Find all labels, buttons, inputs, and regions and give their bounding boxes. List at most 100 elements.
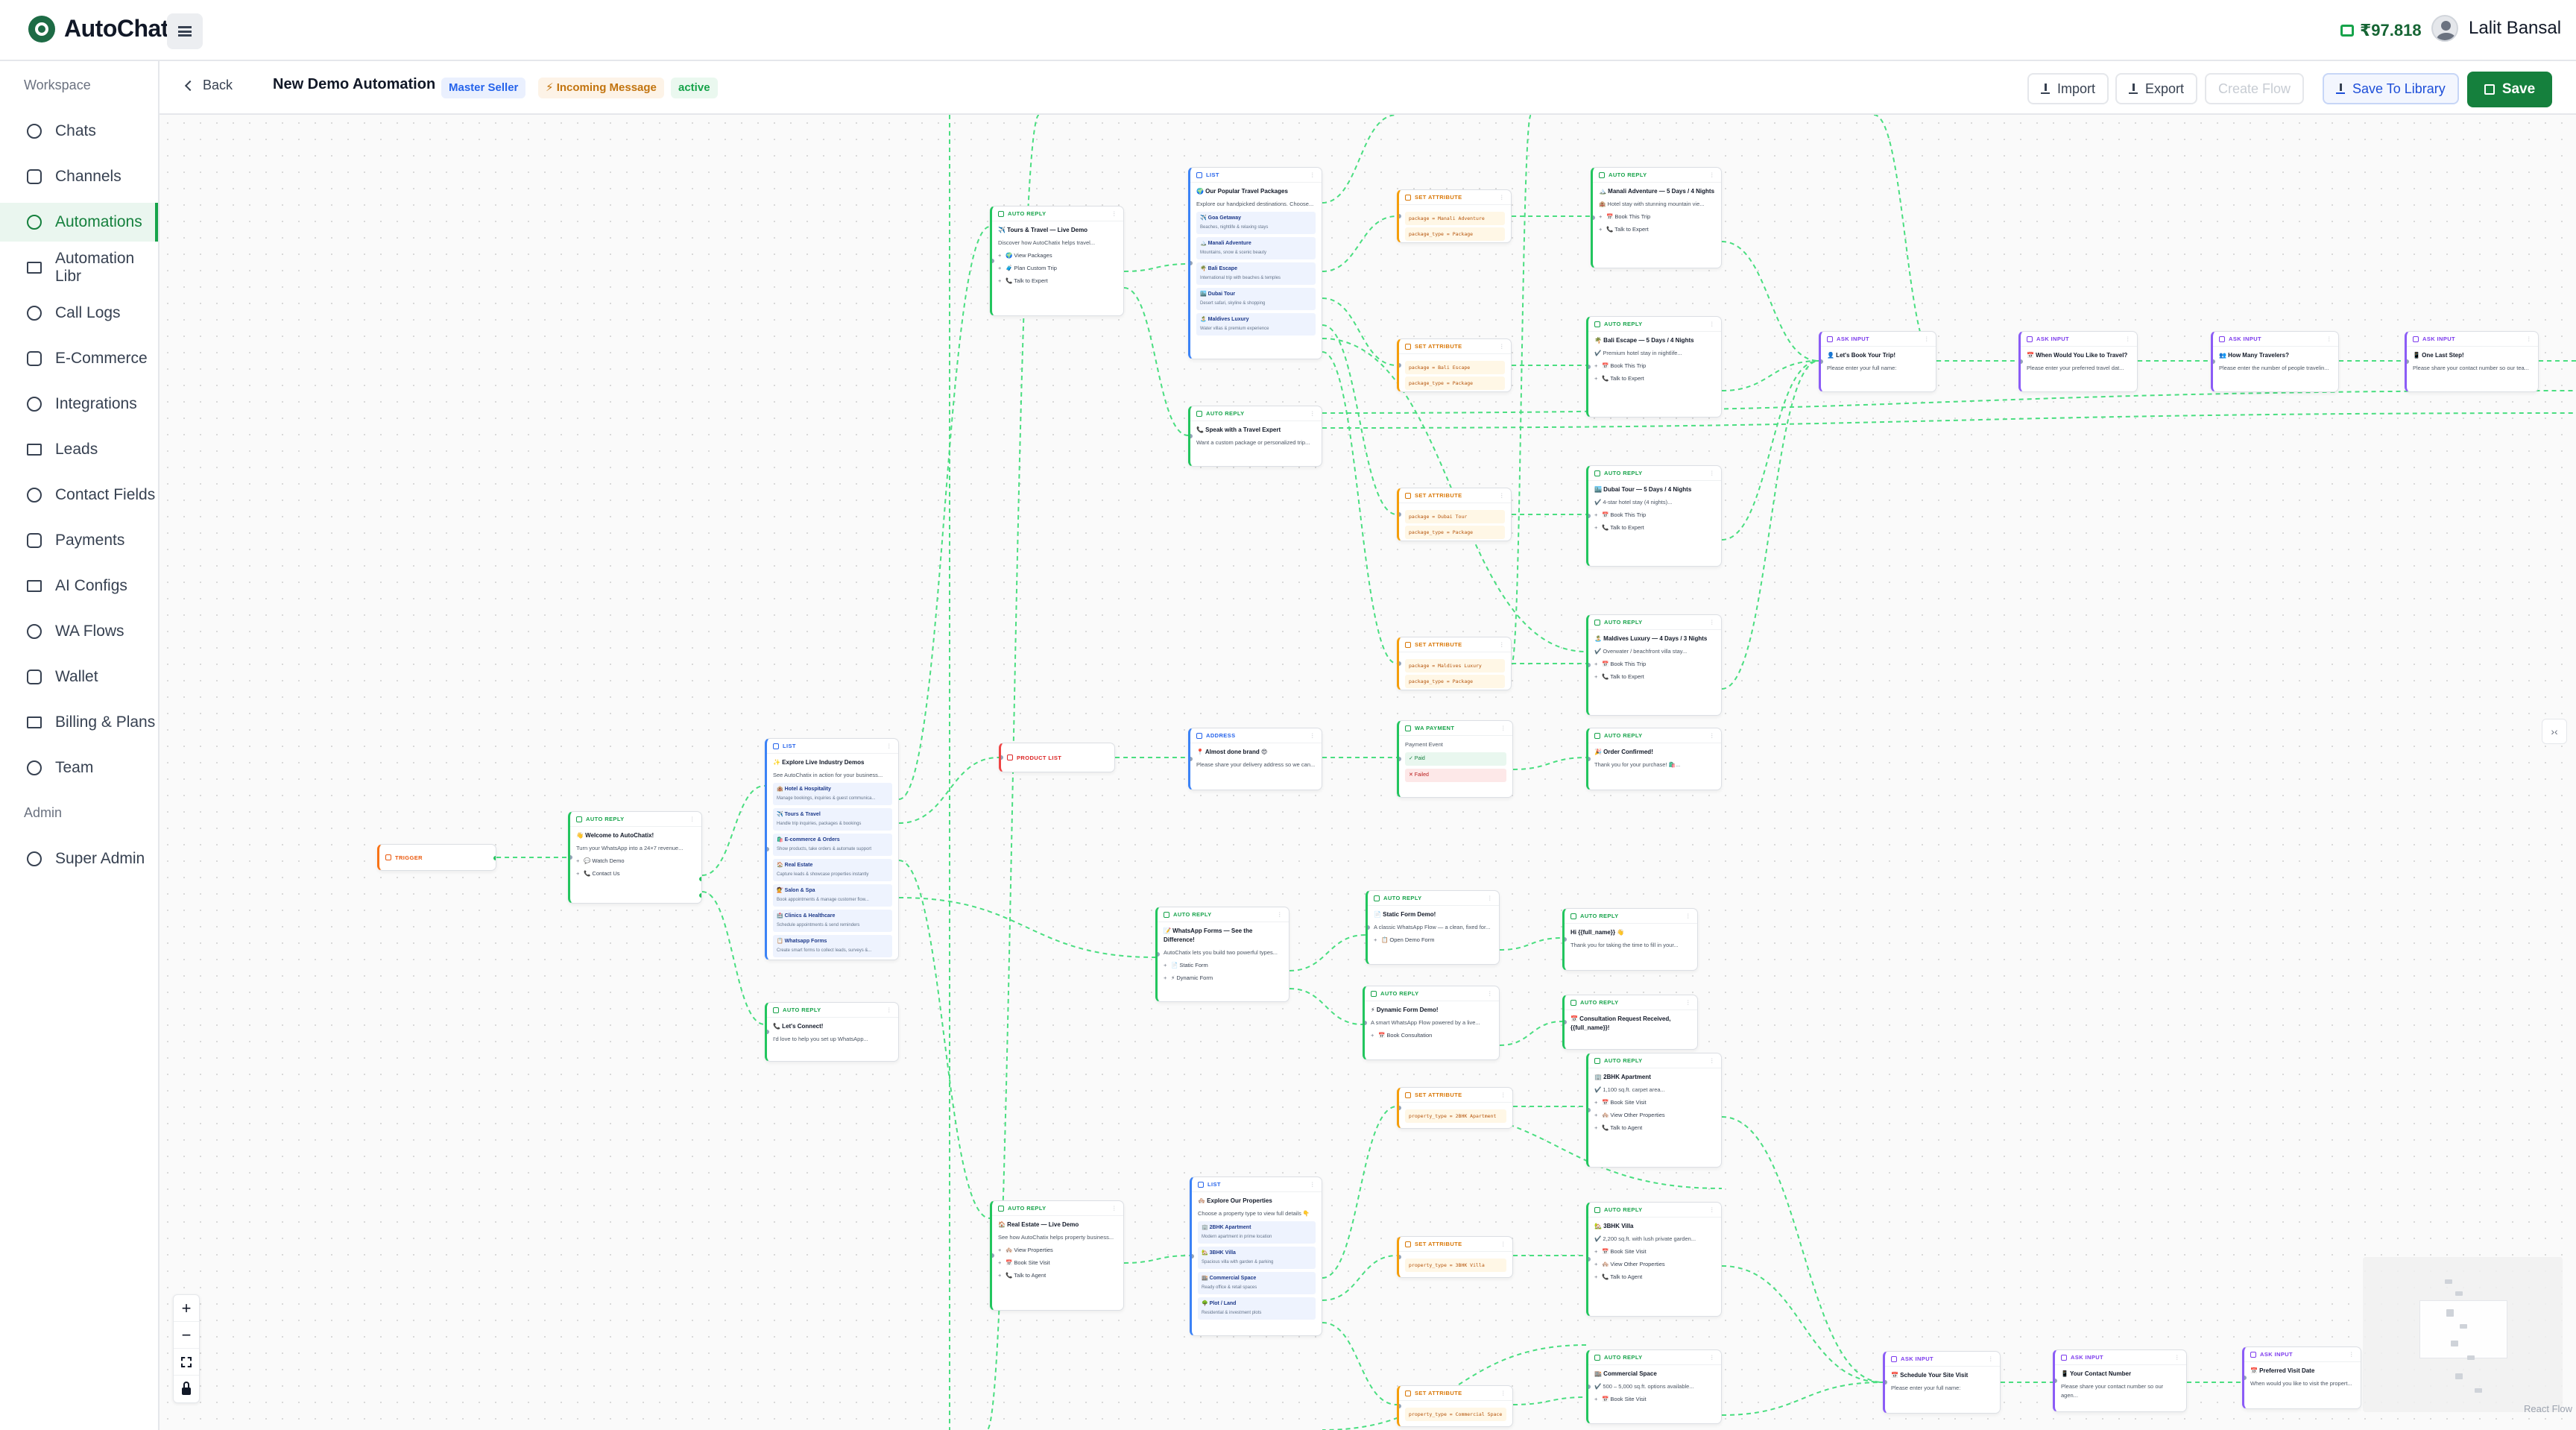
sidebar-item-ai-configs[interactable]: AI Configs [0, 567, 158, 605]
zoom-in-button[interactable]: + [174, 1295, 199, 1322]
sidebar-item-wallet[interactable]: Wallet [0, 658, 158, 696]
real-estate-node[interactable]: AUTO REPLY ⋮ 🏠 Real Estate — Live Demo Se… [990, 1200, 1124, 1311]
flow-edge[interactable] [1322, 412, 2576, 429]
flow-edge[interactable] [1512, 757, 1587, 770]
flow-edge[interactable] [1322, 215, 1398, 272]
reply-2bhk-node[interactable]: AUTO REPLY ⋮ 🏢 2BHK Apartment ✔️ 1,100 sq… [1586, 1053, 1722, 1168]
properties-list-node[interactable]: LIST ⋮ 🏘️ Explore Our Properties Choose a… [1190, 1177, 1322, 1336]
flow-canvas[interactable]: TRIGGER AUTO REPLY ⋮ 👋 Welcome to AutoCha… [160, 115, 2576, 1430]
set-attribute-2bhk-node[interactable]: SET ATTRIBUTE ⋮ property_type = 2BHK Apar… [1397, 1087, 1513, 1129]
wallet-balance[interactable]: ₹97.818 [2340, 21, 2422, 40]
sidebar-item-call-logs[interactable]: Call Logs [0, 294, 158, 333]
reply-maldives-node[interactable]: AUTO REPLY ⋮ 🏝️ Maldives Luxury — 4 Days … [1586, 614, 1722, 716]
sidebar-item-automations[interactable]: Automations [0, 203, 158, 242]
sidebar-item-billing-plans[interactable]: Billing & Plans [0, 703, 158, 742]
output-handle[interactable] [493, 855, 496, 861]
flow-edge[interactable] [898, 860, 991, 1219]
packages-list-node[interactable]: LIST ⋮ 🌍 Our Popular Travel Packages Expl… [1188, 167, 1322, 359]
flow-edge[interactable] [1322, 1322, 1398, 1405]
sidebar-item-wa-flows[interactable]: WA Flows [0, 612, 158, 651]
sidebar-item-automation-library[interactable]: Automation Libr [0, 248, 158, 287]
back-button[interactable]: Back [184, 78, 233, 93]
ask-travel-date-node[interactable]: ASK INPUT ⋮ 📅 When Would You Like to Trav… [2018, 331, 2138, 392]
sidebar-item-chats[interactable]: Chats [0, 112, 158, 151]
user-menu[interactable]: Lalit Bansal [2431, 15, 2561, 42]
ask-contact-node[interactable]: ASK INPUT ⋮ 📱 One Last Step! Please share … [2405, 331, 2539, 392]
flow-edge[interactable] [1322, 297, 1398, 366]
form-thanks-node[interactable]: AUTO REPLY ⋮ Hi {{full_name}} 👋 Thank you … [1562, 908, 1698, 971]
flow-edge[interactable] [1721, 1116, 1884, 1383]
reply-commercial-node[interactable]: AUTO REPLY ⋮ 🏬 Commercial Space ✔️ 500 – … [1586, 1349, 1722, 1424]
flow-edge[interactable] [1721, 1265, 1884, 1383]
set-attribute-3bhk-node[interactable]: SET ATTRIBUTE ⋮ property_type = 3BHK Vill… [1397, 1236, 1513, 1278]
sidebar-item-channels[interactable]: Channels [0, 157, 158, 196]
output-handle[interactable] [698, 876, 701, 882]
sidebar-item-team[interactable]: Team [0, 749, 158, 787]
flow-edge[interactable] [1873, 115, 1937, 362]
address-node[interactable]: ADDRESS ⋮ 📍 Almost done brand 😍 Please sha… [1188, 728, 1322, 790]
sidebar-item-leads[interactable]: Leads [0, 430, 158, 469]
flow-edge[interactable] [1322, 1255, 1398, 1301]
static-form-node[interactable]: AUTO REPLY ⋮ 📄 Static Form Demo! A classi… [1366, 890, 1500, 965]
ask-site-visit-node[interactable]: ASK INPUT ⋮ 📅 Schedule Your Site Visit Ple… [1883, 1351, 2001, 1414]
sidebar-item-e-commerce[interactable]: E-Commerce [0, 339, 158, 378]
reply-dubai-node[interactable]: AUTO REPLY ⋮ 🏙️ Dubai Tour — 5 Days / 4 N… [1586, 465, 1722, 567]
flow-edge[interactable] [1499, 937, 1563, 951]
flow-edge[interactable] [701, 891, 765, 1025]
flow-edge[interactable] [1123, 263, 1189, 272]
flow-edge[interactable] [1721, 360, 1819, 391]
ask-visit-date-node[interactable]: ASK INPUT ⋮ 📅 Preferred Visit Date When wo… [2242, 1346, 2361, 1409]
panel-toggle-button[interactable]: ›‹ [2542, 719, 2567, 744]
flow-edge[interactable] [1123, 1255, 1190, 1264]
ask-name-node[interactable]: ASK INPUT ⋮ 👤 Let's Book Your Trip! Please… [1819, 331, 1936, 392]
flow-edge[interactable] [1289, 988, 1363, 1025]
flow-edge[interactable] [1289, 934, 1366, 971]
trigger-node[interactable]: TRIGGER [377, 844, 496, 871]
reply-manali-node[interactable]: AUTO REPLY ⋮ 🏔️ Manali Adventure — 5 Days… [1591, 167, 1722, 268]
flow-edge[interactable] [1123, 287, 1189, 436]
set-attribute-manali-node[interactable]: SET ATTRIBUTE ⋮ package = Manali Adventur… [1397, 189, 1512, 243]
sidebar-item-super-admin[interactable]: Super Admin [0, 840, 158, 878]
flow-edge[interactable] [1721, 360, 1819, 690]
react-flow-attribution[interactable]: React Flow [2524, 1403, 2572, 1414]
import-button[interactable]: Import [2027, 73, 2109, 104]
flow-edge[interactable] [1721, 241, 1819, 362]
lock-button[interactable] [174, 1376, 199, 1402]
ask-travelers-node[interactable]: ASK INPUT ⋮ 👥 How Many Travelers? Please e… [2211, 331, 2339, 392]
lets-connect-node[interactable]: AUTO REPLY ⋮ 📞 Let's Connect! I'd love to… [765, 1002, 899, 1062]
flow-edge[interactable] [898, 226, 991, 800]
zoom-out-button[interactable]: − [174, 1322, 199, 1349]
sidebar-item-contact-fields[interactable]: Contact Fields [0, 476, 158, 514]
order-confirmed-node[interactable]: AUTO REPLY ⋮ 🎉 Order Confirmed! Thank you … [1586, 728, 1722, 790]
flow-edge[interactable] [1322, 115, 1398, 204]
output-handle[interactable] [698, 892, 701, 898]
reply-3bhk-node[interactable]: AUTO REPLY ⋮ 🏡 3BHK Villa ✔️ 2,200 sq.ft.… [1586, 1202, 1722, 1317]
travel-expert-node[interactable]: AUTO REPLY ⋮ 📞 Speak with a Travel Expert… [1188, 406, 1322, 467]
consultation-received-node[interactable]: AUTO REPLY ⋮ 📅 Consultation Request Recei… [1562, 995, 1698, 1050]
dynamic-form-node[interactable]: AUTO REPLY ⋮ ⚡ Dynamic Form Demo! A smart… [1363, 986, 1500, 1060]
flow-edge[interactable] [1322, 390, 2576, 414]
ask-contact-number-node[interactable]: ASK INPUT ⋮ 📱 Your Contact Number Please s… [2053, 1349, 2187, 1412]
flow-edge[interactable] [1322, 324, 1398, 515]
product-list-node[interactable]: PRODUCT LIST [999, 743, 1115, 772]
flow-edge[interactable] [701, 785, 765, 876]
flow-edge[interactable] [1721, 360, 1819, 541]
whatsapp-forms-node[interactable]: AUTO REPLY ⋮ 📝 WhatsApp Forms — See the D… [1155, 907, 1289, 1002]
sidebar-item-integrations[interactable]: Integrations [0, 385, 158, 423]
set-attribute-maldives-node[interactable]: SET ATTRIBUTE ⋮ package = Maldives Luxury… [1397, 637, 1512, 690]
fit-view-button[interactable] [174, 1349, 199, 1376]
tours-travel-node[interactable]: AUTO REPLY ⋮ ✈️ Tours & Travel — Live Dem… [990, 206, 1124, 316]
flow-edge[interactable] [1512, 1396, 1587, 1405]
reply-bali-node[interactable]: AUTO REPLY ⋮ 🌴 Bali Escape — 5 Days / 4 N… [1586, 316, 1722, 418]
sidebar-toggle-button[interactable] [167, 13, 203, 49]
set-attribute-dubai-node[interactable]: SET ATTRIBUTE ⋮ package = Dubai Tour packa… [1397, 488, 1512, 541]
minimap-viewport[interactable] [2419, 1300, 2507, 1358]
flow-edge[interactable] [898, 897, 1156, 958]
export-button[interactable]: Export [2115, 73, 2198, 104]
save-button[interactable]: Save [2467, 72, 2552, 107]
set-attribute-commercial-node[interactable]: SET ATTRIBUTE ⋮ property_type = Commercia… [1397, 1385, 1513, 1427]
minimap[interactable] [2363, 1257, 2563, 1412]
flow-edge[interactable] [1499, 1021, 1563, 1046]
flow-edge[interactable] [1511, 115, 1532, 664]
create-flow-button[interactable]: Create Flow [2205, 73, 2305, 104]
